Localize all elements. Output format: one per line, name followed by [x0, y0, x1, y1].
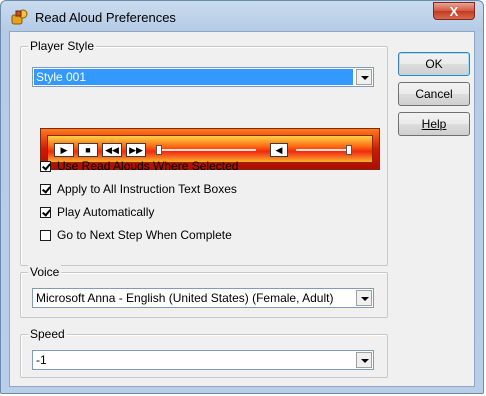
stop-icon: ■	[78, 143, 98, 157]
close-icon: X	[449, 4, 459, 19]
fast-forward-icon: ▶▶	[126, 143, 146, 157]
checkbox-play-automatically[interactable]	[40, 206, 51, 218]
title-bar[interactable]: Read Aloud Preferences X	[1, 1, 483, 31]
speed-label: Speed	[28, 327, 67, 341]
checkbox-next-step[interactable]	[40, 229, 51, 241]
player-style-label: Player Style	[28, 39, 97, 53]
window-title: Read Aloud Preferences	[35, 10, 176, 25]
progress-knob	[156, 145, 162, 155]
option-next-step[interactable]: Go to Next Step When Complete	[40, 227, 232, 243]
help-label: Help	[421, 117, 447, 131]
play-icon: ▶	[54, 143, 74, 157]
volume-knob	[346, 145, 352, 155]
option-label: Play Automatically	[57, 205, 155, 219]
voice-value: Microsoft Anna - English (United States)…	[36, 291, 334, 305]
close-button[interactable]: X	[433, 2, 475, 20]
cancel-button[interactable]: Cancel	[398, 82, 470, 106]
help-button[interactable]: Help	[398, 112, 470, 136]
chevron-down-icon[interactable]	[356, 352, 372, 368]
rewind-icon: ◀◀	[102, 143, 122, 157]
option-label: Go to Next Step When Complete	[57, 228, 232, 242]
volume-track	[296, 149, 350, 151]
chevron-down-icon[interactable]	[356, 290, 372, 306]
speed-value: -1	[36, 353, 47, 367]
player-style-value: Style 001	[34, 69, 353, 85]
dialog-client-area: Player Style Style 001 ▶ ■ ◀◀ ▶▶ ◀ Use R…	[9, 31, 475, 387]
app-icon	[11, 9, 28, 25]
option-apply-instruction-boxes[interactable]: Apply to All Instruction Text Boxes	[40, 181, 237, 197]
ok-button[interactable]: OK	[398, 52, 470, 76]
option-play-automatically[interactable]: Play Automatically	[40, 204, 154, 220]
speaker-icon: ◀	[270, 143, 288, 157]
checkbox-apply-instruction-boxes[interactable]	[40, 183, 51, 195]
chevron-down-icon[interactable]	[356, 69, 372, 85]
progress-track	[156, 149, 256, 151]
dialog-window: Read Aloud Preferences X Player Style St…	[0, 0, 484, 394]
voice-dropdown[interactable]: Microsoft Anna - English (United States)…	[32, 288, 374, 308]
checkbox-use-read-alouds[interactable]	[40, 160, 51, 172]
player-style-dropdown[interactable]: Style 001	[32, 67, 374, 87]
option-use-read-alouds[interactable]: Use Read Alouds Where Selected	[40, 158, 238, 174]
speed-dropdown[interactable]: -1	[32, 350, 374, 370]
option-label: Apply to All Instruction Text Boxes	[57, 182, 237, 196]
option-label: Use Read Alouds Where Selected	[57, 159, 239, 173]
voice-label: Voice	[28, 265, 62, 279]
